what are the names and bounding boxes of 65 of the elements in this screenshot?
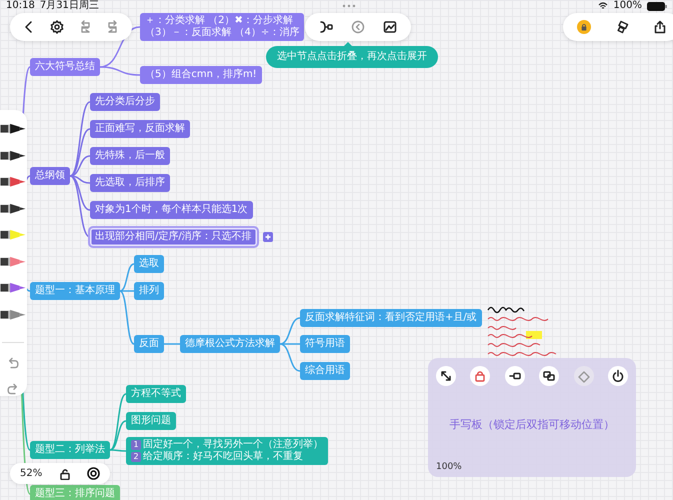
- mind-map-node[interactable]: 六大符号总结: [30, 58, 100, 76]
- lock-badge-icon[interactable]: [577, 20, 591, 34]
- mind-map-node[interactable]: 反面求解特征词：看到否定用语+且/或: [300, 309, 482, 327]
- unlock-icon[interactable]: [58, 468, 71, 480]
- mind-map-node[interactable]: （5）组合cmn，排序m!: [140, 66, 262, 84]
- handwriting-drawing: [487, 306, 556, 356]
- node-text: 固定好一个，寻找另外一个（注意列举）: [143, 439, 323, 450]
- power-icon[interactable]: [608, 366, 628, 386]
- multitask-dots-icon[interactable]: [342, 4, 356, 8]
- number-badge: 2: [131, 452, 141, 462]
- mind-map-node[interactable]: 先特殊，后一般: [90, 147, 170, 165]
- mind-map-node[interactable]: 出现部分相同/定序/消序：只选不排: [90, 228, 257, 246]
- add-node-icon[interactable]: [263, 232, 273, 242]
- pen-icon[interactable]: [0, 202, 26, 215]
- mind-map-node[interactable]: 符号用语: [300, 335, 350, 353]
- redo-icon[interactable]: [6, 382, 20, 396]
- mind-map-node[interactable]: 反面: [134, 335, 164, 353]
- mind-map-node[interactable]: 1 固定好一个，寻找另外一个（注意列举） 2 给定顺序：好马不吃回头草，不重复: [126, 437, 328, 465]
- pen-icon[interactable]: [0, 254, 26, 268]
- pen-icon[interactable]: [0, 281, 26, 294]
- node-text: （3）－：反面求解 （4）÷：消序: [145, 27, 300, 39]
- pen-icon[interactable]: [0, 122, 26, 136]
- number-badge: 1: [131, 440, 141, 450]
- mind-map-node[interactable]: 综合用语: [300, 362, 350, 380]
- mind-map-node[interactable]: 题型二：列举法: [30, 441, 110, 459]
- mind-map-node[interactable]: 题型三：排序问题: [30, 485, 120, 500]
- mind-map-node[interactable]: 总纲领: [30, 167, 70, 185]
- node-text: 给定顺序：好马不吃回头草，不重复: [143, 451, 303, 463]
- mind-map-node[interactable]: 题型一：基本原理: [30, 282, 120, 300]
- target-icon[interactable]: [86, 467, 100, 480]
- undo-icon[interactable]: [6, 356, 20, 370]
- zoom-level: 52%: [20, 468, 42, 479]
- battery-percent: 100%: [613, 0, 642, 12]
- pen-tool-icon[interactable]: [504, 366, 525, 386]
- pen-icon[interactable]: [0, 148, 26, 162]
- pen-icon[interactable]: [0, 228, 26, 242]
- mind-map-node[interactable]: 对象为1个时，每个样本只能选1次: [90, 201, 253, 219]
- settings-icon[interactable]: [50, 20, 64, 34]
- pen-icon[interactable]: [0, 308, 26, 321]
- brush-icon[interactable]: [615, 20, 629, 34]
- battery-icon: [646, 2, 667, 10]
- copy-icon[interactable]: [539, 366, 560, 386]
- mind-map-node[interactable]: 排列: [134, 282, 164, 300]
- mind-map-node[interactable]: ＋：分类求解 （2）✖：分步求解 （3）－：反面求解 （4）÷：消序: [140, 13, 304, 41]
- resize-icon[interactable]: [436, 366, 456, 386]
- pad-zoom-level: 100%: [436, 462, 463, 472]
- collapse-icon[interactable]: [351, 20, 365, 34]
- image-icon[interactable]: [383, 20, 397, 34]
- clock-time: 10:18: [6, 0, 35, 12]
- mind-map-node[interactable]: 先选取，后排序: [90, 174, 170, 192]
- mind-map-node[interactable]: 图形问题: [126, 412, 176, 430]
- pad-title: 手写板（锁定后双指可移动位置）: [448, 416, 616, 432]
- date-text: 7月31日周三: [40, 0, 99, 12]
- mind-map-node[interactable]: 方程不等式: [126, 385, 186, 403]
- handwriting-pad[interactable]: 手写板（锁定后双指可移动位置） 100%: [428, 358, 636, 477]
- node-text: ＋：分类求解 （2）✖：分步求解: [145, 15, 293, 26]
- mind-map-node[interactable]: 德摩根公式方法求解: [180, 335, 280, 353]
- mind-map-node[interactable]: 选取: [134, 255, 164, 273]
- lock-icon[interactable]: [470, 366, 490, 386]
- wifi-icon: [598, 2, 608, 10]
- branch-connector-icon[interactable]: [319, 20, 333, 34]
- share-icon[interactable]: [653, 20, 667, 34]
- mind-map-node[interactable]: 先分类后分步: [90, 93, 160, 111]
- mind-map-node[interactable]: 正面难写，反面求解: [90, 120, 190, 138]
- pen-icon[interactable]: [0, 175, 26, 188]
